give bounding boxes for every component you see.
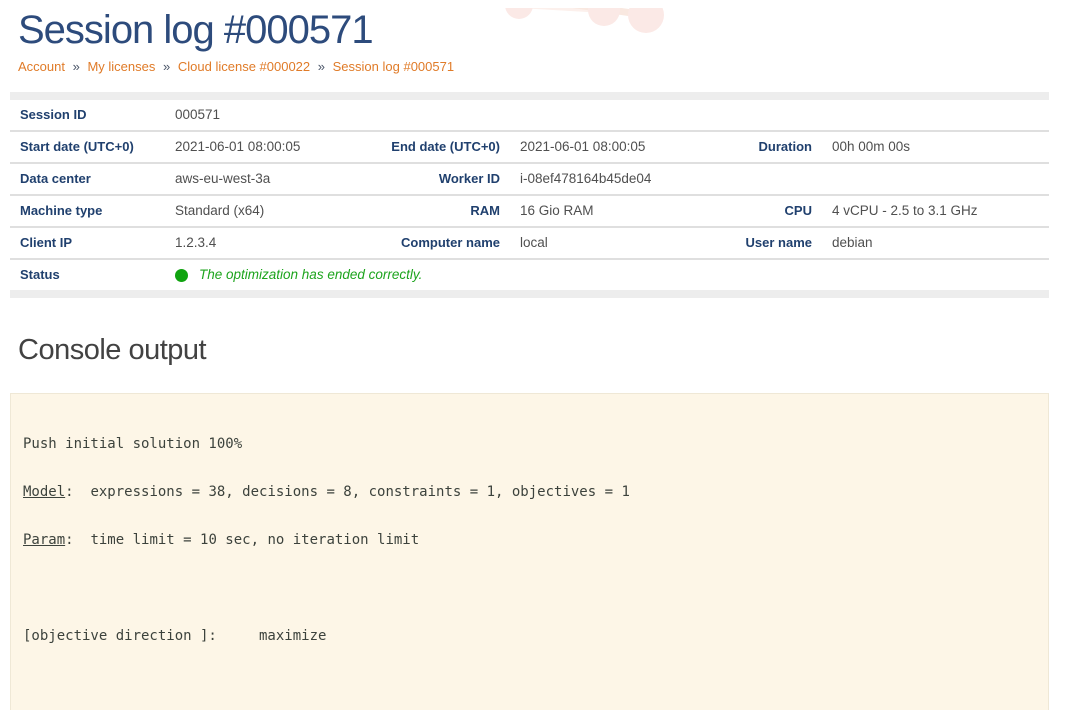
end-date-label: End date (UTC+0) bbox=[365, 132, 510, 162]
console-line: [objective direction ]: maximize bbox=[23, 628, 1036, 644]
breadcrumb-link-my-licenses[interactable]: My licenses bbox=[87, 59, 155, 74]
session-info-table: Session ID 000571 Start date (UTC+0) 202… bbox=[10, 92, 1049, 298]
table-row-session-id: Session ID 000571 bbox=[10, 100, 1049, 130]
start-date-label: Start date (UTC+0) bbox=[10, 132, 165, 162]
session-id-label: Session ID bbox=[10, 100, 165, 130]
console-blank-line bbox=[23, 580, 1036, 596]
breadcrumb-link-account[interactable]: Account bbox=[18, 59, 65, 74]
data-center-label: Data center bbox=[10, 164, 165, 194]
table-row-dates: Start date (UTC+0) 2021-06-01 08:00:05 E… bbox=[10, 130, 1049, 162]
console-output: Push initial solution 100% Model: expres… bbox=[10, 393, 1049, 710]
table-row-status: Status The optimization has ended correc… bbox=[10, 258, 1049, 290]
cpu-value: 4 vCPU - 2.5 to 3.1 GHz bbox=[822, 196, 1049, 226]
table-row-machine: Machine type Standard (x64) RAM 16 Gio R… bbox=[10, 194, 1049, 226]
machine-type-label: Machine type bbox=[10, 196, 165, 226]
session-log-page: Session log #000571 Account » My license… bbox=[0, 8, 1065, 710]
breadcrumb-separator: » bbox=[73, 59, 80, 74]
breadcrumb-separator: » bbox=[318, 59, 325, 74]
breadcrumb-link-cloud-license[interactable]: Cloud license #000022 bbox=[178, 59, 310, 74]
console-model-text: : expressions = 38, decisions = 8, const… bbox=[65, 484, 630, 500]
table-row-datacenter: Data center aws-eu-west-3a Worker ID i-0… bbox=[10, 162, 1049, 194]
user-name-value: debian bbox=[822, 228, 1049, 258]
user-name-label: User name bbox=[665, 228, 822, 258]
worker-id-label: Worker ID bbox=[365, 164, 510, 194]
end-date-value: 2021-06-01 08:00:05 bbox=[510, 132, 665, 162]
start-date-value: 2021-06-01 08:00:05 bbox=[165, 132, 365, 162]
status-message: The optimization has ended correctly. bbox=[199, 260, 422, 290]
machine-type-value: Standard (x64) bbox=[165, 196, 365, 226]
breadcrumb: Account » My licenses » Cloud license #0… bbox=[18, 59, 1065, 74]
console-line-param: Param: time limit = 10 sec, no iteration… bbox=[23, 532, 1036, 548]
table-bottom-bar bbox=[10, 290, 1049, 298]
table-top-bar bbox=[10, 92, 1049, 100]
console-blank-line bbox=[23, 676, 1036, 692]
status-label: Status bbox=[10, 260, 165, 290]
console-line-model: Model: expressions = 38, decisions = 8, … bbox=[23, 484, 1036, 500]
breadcrumb-link-session-log[interactable]: Session log #000571 bbox=[333, 59, 454, 74]
console-param-keyword: Param bbox=[23, 532, 65, 548]
console-model-keyword: Model bbox=[23, 484, 65, 500]
page-title: Session log #000571 bbox=[18, 8, 1065, 53]
client-ip-value: 1.2.3.4 bbox=[165, 228, 365, 258]
client-ip-label: Client IP bbox=[10, 228, 165, 258]
status-value: The optimization has ended correctly. bbox=[165, 260, 1049, 290]
worker-id-value: i-08ef478164b45de04 bbox=[510, 164, 1049, 194]
session-id-value: 000571 bbox=[165, 100, 1049, 130]
cpu-label: CPU bbox=[665, 196, 822, 226]
breadcrumb-separator: » bbox=[163, 59, 170, 74]
ram-value: 16 Gio RAM bbox=[510, 196, 665, 226]
table-row-client: Client IP 1.2.3.4 Computer name local Us… bbox=[10, 226, 1049, 258]
computer-name-value: local bbox=[510, 228, 665, 258]
console-line: Push initial solution 100% bbox=[23, 436, 1036, 452]
console-param-text: : time limit = 10 sec, no iteration limi… bbox=[65, 532, 419, 548]
ram-label: RAM bbox=[365, 196, 510, 226]
status-ok-dot-icon bbox=[175, 269, 188, 282]
duration-label: Duration bbox=[665, 132, 822, 162]
computer-name-label: Computer name bbox=[365, 228, 510, 258]
duration-value: 00h 00m 00s bbox=[822, 132, 1049, 162]
console-output-title: Console output bbox=[18, 334, 1065, 367]
data-center-value: aws-eu-west-3a bbox=[165, 164, 365, 194]
